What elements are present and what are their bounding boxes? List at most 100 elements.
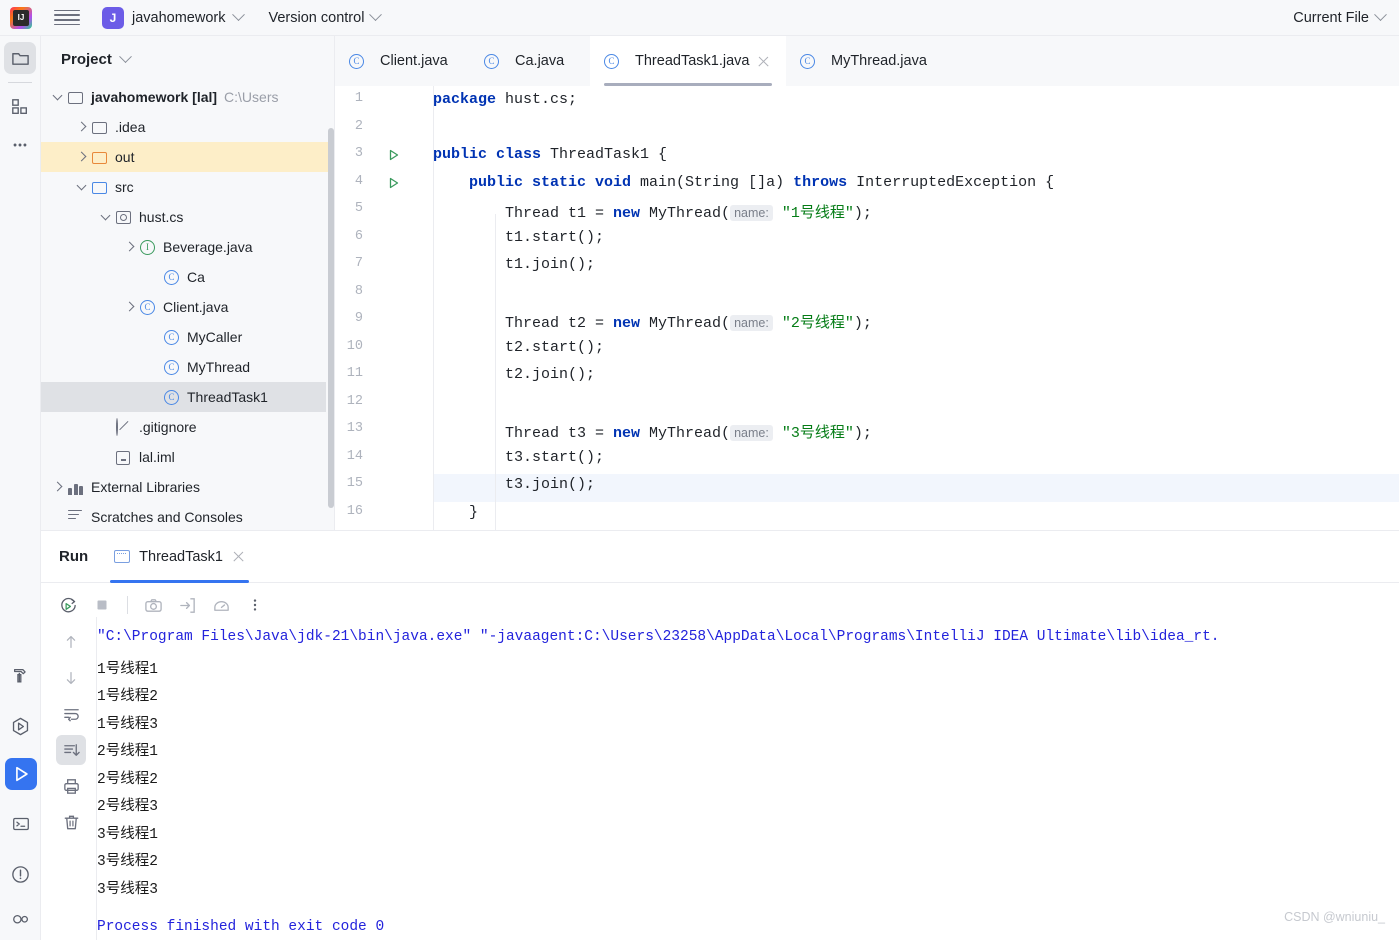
tree-node-beverage-java[interactable]: I Beverage.java (41, 232, 334, 262)
chevron-right-icon[interactable] (75, 120, 89, 134)
rerun-button[interactable] (53, 590, 83, 620)
line-number: 16 (346, 503, 363, 519)
close-icon[interactable] (232, 550, 245, 563)
code-line: t3.join(); (433, 476, 596, 493)
scroll-to-end-button[interactable] (56, 735, 86, 765)
sidebar-item-run[interactable] (4, 758, 37, 790)
gauge-icon (213, 600, 229, 611)
run-panel-title: Run (59, 548, 89, 565)
tree-node-client-java[interactable]: C Client.java (41, 292, 334, 322)
code-line: Thread t1 = new MyThread(name: "1号线程"); (433, 205, 872, 222)
code-line: t3.start(); (433, 448, 605, 466)
code-line: t1.start(); (433, 228, 605, 246)
chevron-down-icon[interactable] (99, 210, 113, 224)
screenshot-button[interactable] (138, 590, 168, 620)
console-output[interactable]: "C:\Program Files\Java\jdk-21\bin\java.e… (97, 627, 1399, 940)
console-output-line: 1号线程1 (97, 661, 158, 678)
scroll-to-end-icon (63, 743, 80, 756)
project-panel-title: Project (61, 50, 112, 68)
chevron-down-icon[interactable] (118, 49, 132, 63)
project-scrollbar[interactable] (328, 128, 334, 508)
tree-node--gitignore[interactable]: .gitignore (41, 412, 334, 442)
sidebar-item-commit[interactable] (4, 91, 36, 123)
code-editor[interactable]: 1 2 3 4 5 6 7 8 9 10 11 12 13 14 15 16 package hust.cs;… (335, 86, 1399, 530)
ellipsis-icon (13, 143, 27, 147)
tree-node-label: javahomework [lal] (91, 89, 218, 105)
project-widget[interactable]: J javahomework (102, 6, 245, 29)
main-toolbar: J javahomework Version control Current F… (0, 0, 1399, 36)
sidebar-item-build[interactable] (5, 660, 37, 692)
run-configuration-widget[interactable]: Current File (1293, 8, 1387, 26)
tree-node-mycaller[interactable]: C MyCaller (41, 322, 334, 352)
arrow-up-icon (66, 635, 76, 649)
line-number: 8 (354, 283, 363, 299)
clear-all-button[interactable] (56, 807, 86, 837)
version-control-widget[interactable]: Version control (269, 8, 383, 26)
line-number: 11 (346, 366, 363, 381)
project-avatar-icon: J (102, 6, 124, 29)
console-icon (114, 550, 131, 563)
tree-node-javahomework-lal-[interactable]: javahomework [lal] C:\Users (41, 82, 334, 112)
tree-node-out[interactable]: out (41, 142, 334, 172)
code-line: Thread t2 = new MyThread(name: "2号线程"); (433, 315, 872, 332)
project-tree[interactable]: javahomework [lal] C:\Users .idea out src hus… (41, 82, 334, 530)
sidebar-item-terminal[interactable] (5, 808, 37, 840)
run-tool-window: Run ThreadTask1 "C:\Program Files\Java\j… (41, 530, 1399, 940)
scroll-up-button[interactable] (56, 627, 86, 657)
ide-window: J javahomework Version control Current F… (0, 0, 1399, 940)
line-number: 9 (354, 311, 363, 326)
tree-node-ca[interactable]: C Ca (41, 262, 334, 292)
more-options-button[interactable] (240, 590, 270, 620)
code-text-area[interactable]: package hust.cs; public class ThreadTask1… (433, 86, 1399, 530)
code-line: t1.join(); (433, 256, 596, 273)
chevron-right-icon[interactable] (123, 240, 137, 254)
scroll-down-button[interactable] (56, 663, 86, 693)
editor-tab-bar[interactable]: C Client.java C Ca.java C ThreadTask1.java C My… (335, 36, 1399, 86)
line-number: 1 (354, 91, 363, 106)
tree-node-lal-iml[interactable]: lal.iml (41, 442, 334, 472)
project-panel-header[interactable]: Project (41, 36, 334, 82)
tree-node-src[interactable]: src (41, 172, 334, 202)
terminal-icon (12, 817, 29, 831)
editor-tab-mythread-java[interactable]: C MyThread.java (786, 36, 946, 86)
sidebar-item-problems[interactable] (5, 858, 37, 890)
chevron-down-icon (369, 8, 383, 22)
run-configuration-tab[interactable]: ThreadTask1 (110, 531, 249, 583)
close-icon[interactable] (757, 55, 770, 68)
sidebar-item-services[interactable] (5, 710, 37, 742)
dump-threads-button[interactable] (172, 590, 202, 620)
class-icon: C (800, 53, 817, 70)
tree-node-label: External Libraries (91, 479, 200, 495)
class-icon: C (164, 389, 181, 406)
chevron-down-icon[interactable] (75, 180, 89, 194)
editor-tab-threadtask1-java[interactable]: C ThreadTask1.java (590, 36, 786, 86)
profiler-button[interactable] (206, 590, 236, 620)
sidebar-item-profiler[interactable] (5, 906, 37, 938)
line-number: 10 (346, 338, 363, 354)
tree-node-label: .gitignore (139, 419, 197, 435)
chevron-down-icon[interactable] (51, 90, 65, 104)
stop-button[interactable] (87, 590, 117, 620)
sidebar-item-more[interactable] (4, 129, 36, 161)
soft-wrap-button[interactable] (56, 699, 86, 729)
editor-gutter[interactable]: 1 2 3 4 5 6 7 8 9 10 11 12 13 14 15 16 (335, 86, 433, 530)
sidebar-item-project[interactable] (4, 42, 36, 74)
chevron-right-icon[interactable] (75, 150, 89, 164)
print-button[interactable] (56, 771, 86, 801)
run-gutter-icon[interactable] (387, 176, 401, 190)
tree-node-scratches-and-consoles[interactable]: Scratches and Consoles (41, 502, 334, 530)
main-menu-icon[interactable] (54, 8, 80, 28)
tree-node-hust-cs[interactable]: hust.cs (41, 202, 334, 232)
tree-node--idea[interactable]: .idea (41, 112, 334, 142)
editor-tab-ca-java[interactable]: C Ca.java (470, 36, 590, 86)
editor-tab-client-java[interactable]: C Client.java (335, 36, 470, 86)
run-gutter-icon[interactable] (387, 148, 401, 162)
chevron-right-icon[interactable] (123, 300, 137, 314)
tree-node-external-libraries[interactable]: External Libraries (41, 472, 334, 502)
tree-node-threadtask1[interactable]: C ThreadTask1 (41, 382, 326, 412)
chevron-right-icon[interactable] (51, 480, 65, 494)
tree-node-mythread[interactable]: C MyThread (41, 352, 334, 382)
